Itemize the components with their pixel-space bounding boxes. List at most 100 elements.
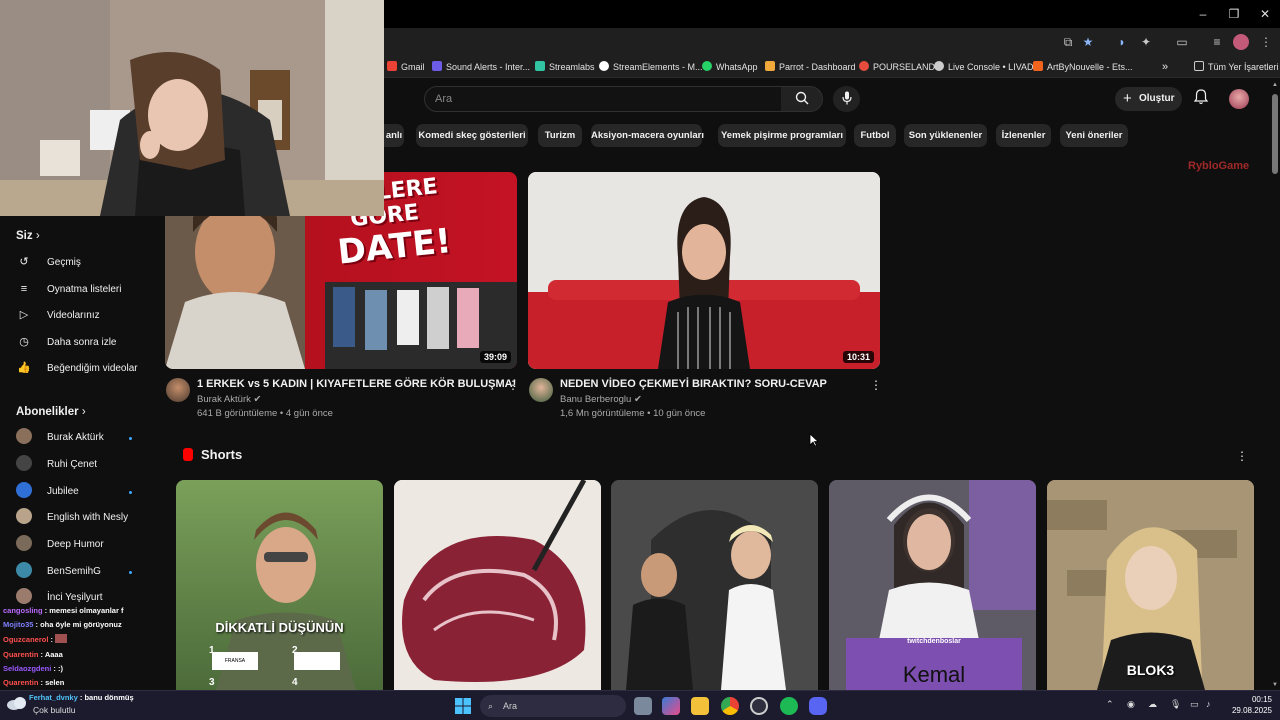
filter-chips-bar: anlı Komedi skeç gösterileri Turizm Aksi… bbox=[384, 124, 1264, 148]
short-overlay-text: DİKKATLİ DÜŞÜNÜN bbox=[215, 620, 344, 635]
sidebar-item-your-videos[interactable]: ▷ Videolarınız bbox=[16, 305, 100, 325]
search-button[interactable] bbox=[781, 86, 823, 112]
video-thumbnail[interactable]: 10:31 bbox=[528, 172, 880, 369]
chrome-icon[interactable] bbox=[721, 697, 739, 715]
bookmark-whatsapp[interactable]: WhatsApp bbox=[702, 60, 758, 74]
all-bookmarks-button[interactable]: Tüm Yer İşaretleri bbox=[1194, 60, 1279, 74]
sidebar-item-watch-later[interactable]: ◷ Daha sonra izle bbox=[16, 332, 116, 352]
weather-widget[interactable] bbox=[4, 692, 30, 716]
chip[interactable]: İzlenenler bbox=[996, 124, 1051, 147]
chip[interactable]: Yemek pişirme programları bbox=[718, 124, 846, 147]
channel-name[interactable]: Burak Aktürk ✔ bbox=[197, 394, 261, 405]
history-icon: ↺ bbox=[19, 256, 29, 268]
short-thumbnail[interactable]: twitchdenboslar Kemal bbox=[829, 480, 1036, 690]
task-view-icon[interactable] bbox=[634, 697, 652, 715]
microphone-icon[interactable]: 🎙 bbox=[1170, 699, 1181, 710]
sidebar-item-history[interactable]: ↺ Geçmiş bbox=[16, 252, 81, 272]
tray-app-icon[interactable]: ☁ bbox=[1148, 699, 1157, 710]
close-icon[interactable]: ✕ bbox=[1248, 4, 1280, 24]
notifications-bell-icon[interactable] bbox=[1192, 89, 1210, 109]
video-title[interactable]: 1 ERKEK vs 5 KADIN | KIYAFETLERE GÖRE KÖ… bbox=[197, 378, 516, 390]
video-menu-icon[interactable]: ⋮ bbox=[507, 378, 519, 392]
bookmark-pourseland[interactable]: POURSELAND bbox=[859, 60, 935, 74]
discord-icon[interactable] bbox=[809, 697, 827, 715]
menu-kebab-icon[interactable]: ⋮ bbox=[1258, 34, 1274, 50]
channel-avatar[interactable] bbox=[166, 378, 190, 402]
you-section-header[interactable]: Siz › bbox=[16, 230, 40, 242]
copilot-icon[interactable] bbox=[662, 697, 680, 715]
chip[interactable]: Yeni öneriler bbox=[1060, 124, 1128, 147]
file-explorer-icon[interactable] bbox=[691, 697, 709, 715]
profile-avatar-icon[interactable] bbox=[1233, 34, 1249, 50]
chip[interactable]: Aksiyon-macera oyunları bbox=[591, 124, 704, 147]
avatar bbox=[16, 562, 32, 578]
create-button[interactable]: + Oluştur bbox=[1115, 87, 1182, 111]
media-controls-icon[interactable]: ≡ bbox=[1209, 34, 1225, 50]
channel-name[interactable]: Banu Berberoglu ✔ bbox=[560, 394, 642, 405]
bookmark-parrot[interactable]: Parrot - Dashboard bbox=[765, 60, 856, 74]
chat-message: Seldaozgdeni : :) bbox=[3, 664, 64, 673]
shorts-menu-icon[interactable]: ⋮ bbox=[1236, 449, 1248, 463]
search-input[interactable]: Ara bbox=[424, 86, 782, 112]
thumbs-up-icon: 👍 bbox=[17, 362, 31, 374]
sidebar-item-playlists[interactable]: ≡ Oynatma listeleri bbox=[16, 279, 122, 299]
minimize-icon[interactable]: – bbox=[1186, 4, 1220, 24]
taskbar-clock[interactable]: 00:15 29.08.2025 bbox=[1224, 694, 1272, 716]
tray-overflow-icon[interactable]: ⌃ bbox=[1106, 699, 1114, 710]
extension-audio-icon[interactable]: ◗ bbox=[1114, 34, 1130, 50]
split-view-icon[interactable]: ▭ bbox=[1174, 34, 1190, 50]
short-thumbnail[interactable] bbox=[394, 480, 601, 690]
bookmark-gmail[interactable]: Gmail bbox=[387, 60, 425, 74]
avatar bbox=[16, 588, 32, 604]
subscription-item[interactable]: Deep Humor bbox=[16, 535, 104, 555]
page-scrollbar[interactable]: ▲ ▼ bbox=[1270, 80, 1280, 690]
bookmark-artbynouvelle[interactable]: ArtByNouvelle - Ets... bbox=[1033, 60, 1133, 74]
bookmarks-overflow-button[interactable]: » bbox=[1162, 60, 1168, 74]
network-icon[interactable]: ▭ bbox=[1190, 699, 1199, 710]
chat-message: Quarentin : selen bbox=[3, 678, 65, 687]
clock-icon: ◷ bbox=[19, 336, 29, 348]
subscriptions-header[interactable]: Abonelikler › bbox=[16, 406, 86, 418]
video-menu-icon[interactable]: ⋮ bbox=[870, 378, 882, 392]
emote-icon bbox=[55, 634, 68, 643]
windows-start-icon[interactable] bbox=[454, 697, 472, 715]
channel-avatar[interactable] bbox=[529, 378, 553, 402]
extensions-icon[interactable]: ✦ bbox=[1138, 34, 1154, 50]
obs-icon[interactable] bbox=[750, 697, 768, 715]
maximize-icon[interactable]: ❐ bbox=[1217, 4, 1251, 24]
subscription-item[interactable]: Jubilee bbox=[16, 482, 79, 502]
spotify-icon[interactable] bbox=[780, 697, 798, 715]
video-duration: 10:31 bbox=[842, 351, 874, 363]
subscription-item[interactable]: English with Nesly bbox=[16, 508, 128, 528]
chip[interactable]: Futbol bbox=[854, 124, 896, 147]
stream-watermark: RybloGame bbox=[1188, 160, 1250, 172]
subscription-item[interactable]: Burak Aktürk bbox=[16, 428, 104, 448]
tray-app-icon[interactable]: ◉ bbox=[1127, 699, 1135, 710]
account-avatar[interactable] bbox=[1229, 89, 1249, 109]
chip[interactable]: Son yüklenenler bbox=[904, 124, 987, 147]
bookmark-livad[interactable]: Live Console • LIVAD bbox=[934, 60, 1034, 74]
subscription-item[interactable]: BenSemihG bbox=[16, 562, 101, 582]
scroll-down-arrow-icon[interactable]: ▼ bbox=[1272, 682, 1278, 688]
sidebar-item-liked-videos[interactable]: 👍 Beğendiğim videolar bbox=[16, 358, 137, 378]
bookmark-streamlabs[interactable]: Streamlabs bbox=[535, 60, 595, 74]
chip[interactable]: anlı bbox=[384, 124, 404, 147]
scroll-up-arrow-icon[interactable]: ▲ bbox=[1272, 82, 1278, 88]
taskbar-search[interactable]: ⌕ Ara bbox=[480, 695, 626, 717]
subscription-item[interactable]: Ruhi Çenet bbox=[16, 455, 97, 475]
chevron-right-icon: › bbox=[81, 406, 86, 418]
short-thumbnail[interactable] bbox=[611, 480, 818, 690]
scrollbar-thumb[interactable] bbox=[1272, 94, 1278, 174]
volume-icon[interactable]: ♪ bbox=[1206, 699, 1211, 709]
bookmark-star-icon[interactable]: ★ bbox=[1080, 34, 1096, 50]
chip[interactable]: Komedi skeç gösterileri bbox=[416, 124, 528, 147]
short-thumbnail[interactable]: DİKKATLİ DÜŞÜNÜN 1 FRANSA 2 3 4 bbox=[176, 480, 383, 690]
voice-search-button[interactable] bbox=[833, 86, 860, 112]
install-app-icon[interactable]: ⧉ bbox=[1060, 34, 1076, 50]
video-title[interactable]: NEDEN VİDEO ÇEKMEYİ BIRAKTIN? SORU-CEVAP bbox=[560, 378, 827, 390]
short-thumbnail[interactable]: BLOK3 bbox=[1047, 480, 1254, 690]
chat-message: Ferhat_dvnky : banu dönmüş bbox=[29, 693, 134, 702]
bookmark-sound-alerts[interactable]: Sound Alerts - Inter... bbox=[432, 60, 530, 74]
bookmark-streamelements[interactable]: StreamElements - M... bbox=[599, 60, 703, 74]
chip[interactable]: Turizm bbox=[538, 124, 582, 147]
